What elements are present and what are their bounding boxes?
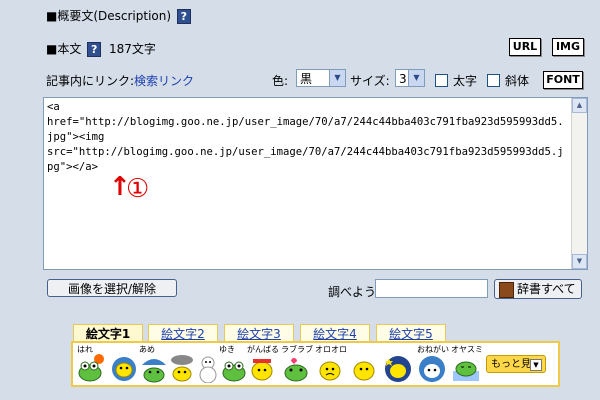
select-image-button[interactable]: 画像を選択/解除 xyxy=(47,279,177,297)
scroll-up-icon[interactable]: ▲ xyxy=(572,98,587,113)
editor-scrollbar[interactable]: ▲ ▼ xyxy=(571,98,587,269)
italic-label: 斜体 xyxy=(505,74,530,88)
lookup-input[interactable] xyxy=(375,279,488,298)
emoji-frog-sun-icon[interactable]: はれ xyxy=(77,345,107,383)
emoji-bird-icon[interactable] xyxy=(349,353,379,383)
scroll-down-icon[interactable]: ▼ xyxy=(572,254,587,269)
dictionary-button-label: 辞書すべて xyxy=(517,282,576,296)
size-select[interactable]: 3 ▼ xyxy=(395,69,425,87)
dictionary-button[interactable]: 辞書すべて xyxy=(494,279,582,299)
bold-checkbox[interactable] xyxy=(435,74,448,87)
body-row: ■本文 ? 187文字 xyxy=(46,40,156,57)
body-help-icon[interactable]: ? xyxy=(87,42,102,57)
search-link[interactable]: 検索リンク xyxy=(134,74,194,88)
bold-label: 太字 xyxy=(453,74,478,88)
italic-checkbox[interactable] xyxy=(487,74,500,87)
size-label: サイズ: xyxy=(350,74,390,88)
url-button[interactable]: URL xyxy=(509,38,541,56)
annotation-number: ① xyxy=(126,174,150,204)
char-count: 187文字 xyxy=(109,42,156,56)
emoji-panel: はれ あめ ゆき がんばる ラブラブ オロオロ おねがい オヤスミ もっと見る … xyxy=(71,341,560,387)
color-label: 色: xyxy=(272,74,289,88)
emoji-frog-love-icon[interactable]: ラブラブ xyxy=(281,345,313,383)
chevron-down-icon: ▼ xyxy=(408,70,424,86)
tab-emoji-3[interactable]: 絵文字3 xyxy=(224,324,294,342)
body-textarea-content: <a href="http://blogimg.goo.ne.jp/user_i… xyxy=(47,101,564,173)
description-row: ■概要文(Description) ? xyxy=(46,7,191,24)
description-label: ■概要文(Description) xyxy=(46,9,172,23)
chevron-down-icon: ▼ xyxy=(530,359,542,371)
tab-emoji-1[interactable]: 絵文字1 xyxy=(73,324,143,342)
link-row: 記事内にリンク:検索リンク xyxy=(46,72,194,89)
description-help-icon[interactable]: ? xyxy=(176,9,191,24)
emoji-bird-cloud-icon[interactable] xyxy=(109,353,139,383)
emoji-frog-sleep-icon[interactable]: オヤスミ xyxy=(451,345,483,383)
insert-link-label: 記事内にリンク: xyxy=(46,74,135,88)
img-button[interactable]: IMG xyxy=(552,38,584,56)
lookup-label: 調べよう: xyxy=(328,285,381,299)
tab-emoji-2[interactable]: 絵文字2 xyxy=(148,324,218,342)
emoji-bird-please-icon[interactable]: おねがい xyxy=(417,345,449,383)
tab-emoji-4[interactable]: 絵文字4 xyxy=(300,324,370,342)
emoji-bird-star-icon[interactable] xyxy=(383,353,413,383)
size-select-value: 3 xyxy=(399,72,407,86)
book-icon xyxy=(499,282,514,298)
emoji-bird-worried-icon[interactable]: オロオロ xyxy=(315,345,347,383)
color-select-value: 黒 xyxy=(300,72,313,86)
tab-emoji-5[interactable]: 絵文字5 xyxy=(376,324,446,342)
emoji-frog-umbrella-icon[interactable]: あめ xyxy=(139,345,169,383)
emoji-frog-snow-icon[interactable]: ゆき xyxy=(219,345,249,383)
font-button[interactable]: FONT xyxy=(543,71,583,89)
emoji-bird-cheer-icon[interactable]: がんばる xyxy=(247,345,279,383)
body-label: ■本文 xyxy=(46,42,82,56)
more-button[interactable]: もっと見る ▼ xyxy=(486,355,546,373)
color-select[interactable]: 黒 ▼ xyxy=(296,69,346,87)
chevron-down-icon: ▼ xyxy=(329,70,345,86)
